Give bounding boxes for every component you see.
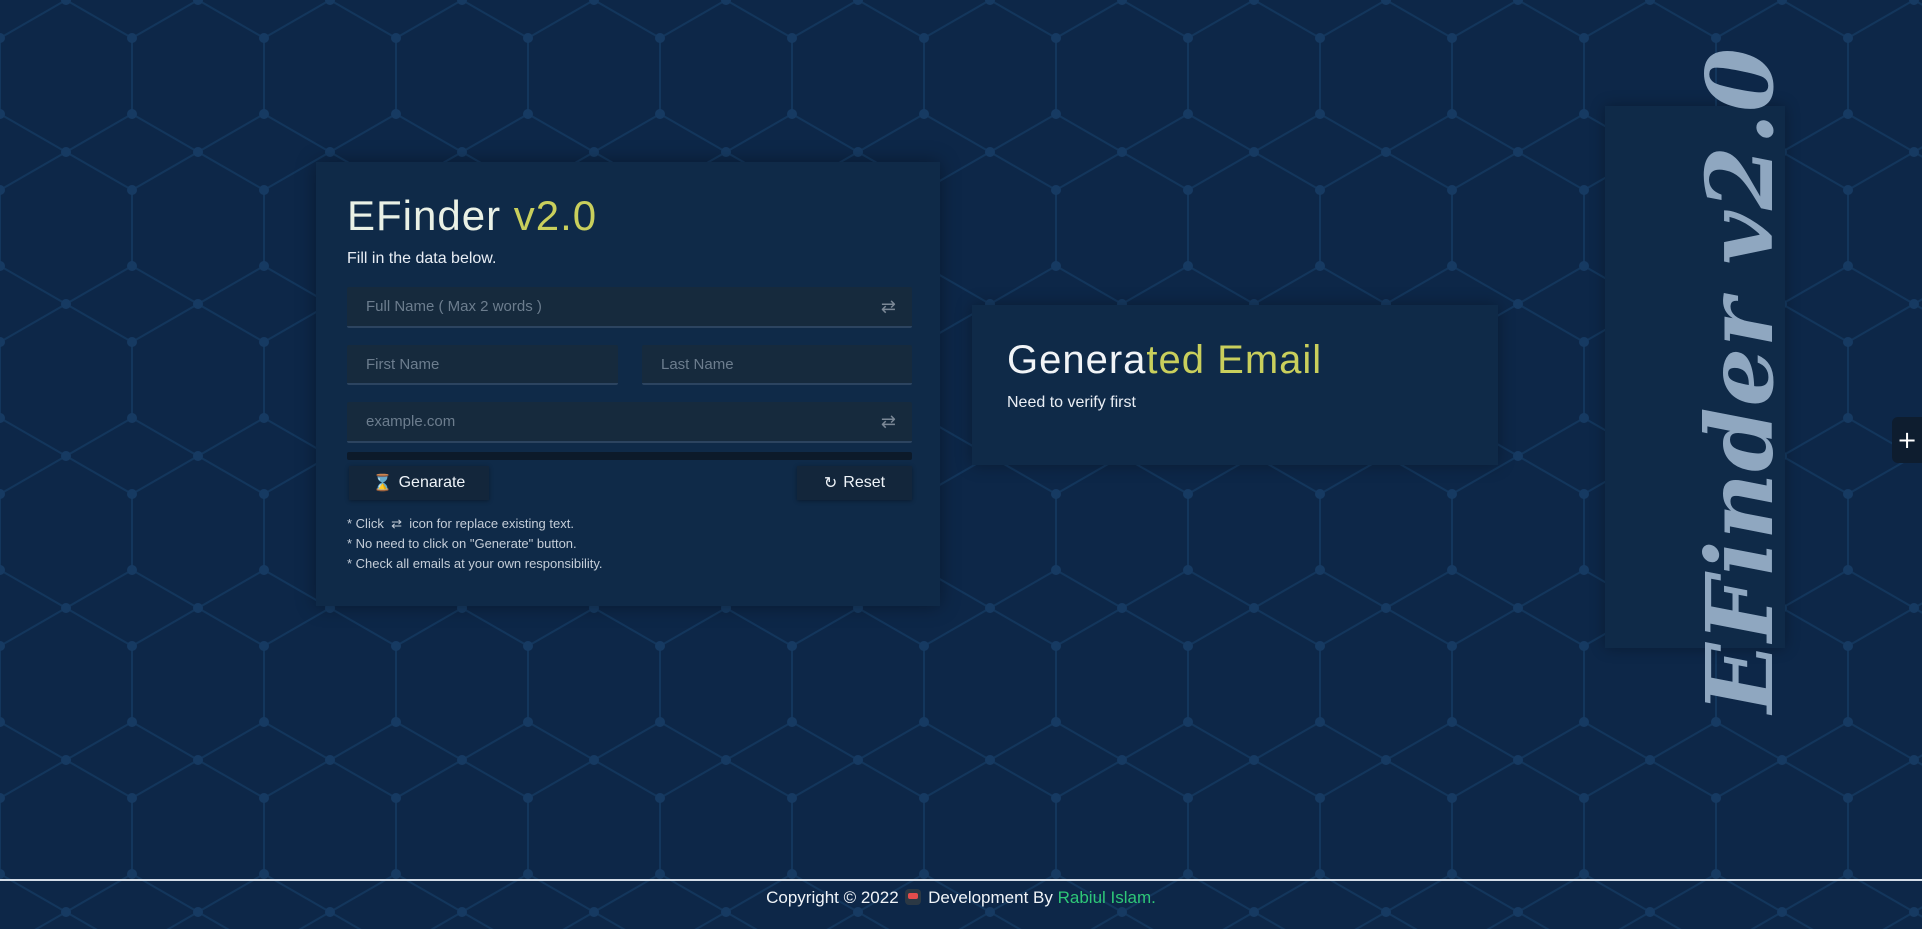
robot-icon — [905, 889, 922, 905]
full-name-field: ⇄ — [347, 287, 912, 328]
full-name-input[interactable] — [347, 287, 912, 326]
first-name-field — [347, 345, 618, 385]
swap-icon[interactable]: ⇄ — [881, 296, 896, 317]
app-title-version: v2.0 — [501, 192, 598, 239]
app-title-main: EFinder — [347, 192, 502, 239]
footer: Copyright © 2022 Development By Rabiul I… — [0, 888, 1922, 908]
author-link[interactable]: Rabiul Islam. — [1058, 888, 1156, 907]
generate-label: Genarate — [398, 474, 466, 491]
plus-icon: + — [1896, 426, 1918, 454]
note-line-1: * Click ⇄ icon for replace existing text… — [347, 514, 603, 534]
progress-bar — [347, 452, 912, 460]
result-card — [972, 305, 1498, 465]
note-line-1-suffix: icon for replace existing text. — [409, 516, 574, 531]
result-title-part2: ted Email — [1146, 338, 1323, 382]
domain-field: ⇄ — [347, 402, 912, 443]
plus-button[interactable]: + — [1892, 417, 1922, 463]
swap-icon: ⇄ — [387, 516, 406, 531]
reload-icon: ↻ — [823, 475, 838, 492]
side-banner-text: EFinder v2.0 — [1686, 46, 1794, 714]
hourglass-icon: ⌛ — [372, 475, 393, 492]
swap-icon[interactable]: ⇄ — [881, 411, 896, 432]
result-status: Need to verify first — [1007, 394, 1136, 411]
footer-divider — [0, 879, 1922, 881]
note-line-3: * Check all emails at your own responsib… — [347, 556, 603, 571]
form-subtitle: Fill in the data below. — [347, 250, 497, 267]
result-title-part1: Genera — [1007, 338, 1147, 382]
reset-button[interactable]: ↻ Reset — [797, 466, 912, 500]
note-line-1-prefix: * Click — [347, 516, 384, 531]
domain-input[interactable] — [347, 402, 912, 441]
first-name-input[interactable] — [347, 345, 618, 383]
last-name-input[interactable] — [642, 345, 912, 383]
help-notes: * Click ⇄ icon for replace existing text… — [347, 514, 603, 574]
result-title: Generated Email — [1007, 338, 1322, 383]
note-line-2: * No need to click on "Generate" button. — [347, 536, 577, 551]
footer-development-by: Development By — [928, 888, 1053, 907]
app-title: EFinder v2.0 — [347, 192, 597, 240]
generate-button[interactable]: ⌛ Genarate — [349, 466, 489, 500]
reset-label: Reset — [843, 474, 886, 491]
footer-copyright: Copyright © 2022 — [766, 888, 899, 907]
last-name-field — [642, 345, 912, 385]
